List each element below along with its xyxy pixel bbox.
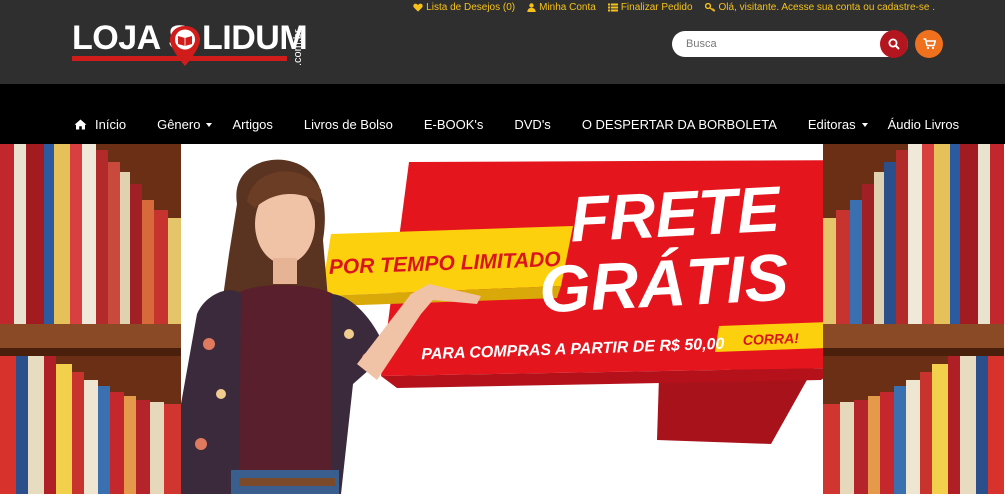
search-button[interactable] [880, 30, 908, 58]
promo-center: POR TEMPO LIMITADO FRETE GRÁTIS PARA COM… [181, 144, 883, 494]
bookshelf-right-image [823, 144, 1004, 494]
nav-label: Gênero [157, 117, 201, 132]
nav-label: Áudio Livros [887, 117, 960, 132]
login-prompt: Olá, visitante. Acesse sua conta ou cada… [704, 0, 935, 14]
account-label: Minha Conta [539, 1, 596, 13]
search-box [672, 31, 908, 57]
cart-button[interactable] [915, 30, 943, 58]
search-icon [888, 38, 900, 50]
nav-item-dvds[interactable]: DVD's [514, 117, 550, 132]
nav-label: O DESPERTAR DA BORBOLETA [581, 117, 777, 132]
site-logo[interactable]: LOJA S LIDUM .com.br [72, 14, 308, 70]
promo-headline-2: GRÁTIS [537, 240, 790, 327]
nav-item-o-despertar-da-borboleta[interactable]: O DESPERTAR DA BORBOLETA [582, 117, 777, 132]
nav-item-audio-livros[interactable]: Áudio Livros [888, 117, 960, 132]
nav-item-inicio[interactable]: Início [74, 117, 126, 132]
logo-suffix: .com.br [292, 29, 304, 66]
login-link[interactable]: Olá, visitante. Acesse sua conta [719, 2, 861, 13]
wishlist-label: Lista de Desejos (0) [426, 1, 516, 13]
search-input[interactable] [686, 36, 876, 52]
promo-banner[interactable]: POR TEMPO LIMITADO FRETE GRÁTIS PARA COM… [0, 144, 1005, 494]
nav-item-ebooks[interactable]: E-BOOK's [424, 117, 484, 132]
nav-item-editoras[interactable]: Editoras [808, 117, 868, 132]
register-link[interactable]: ou cadastre-se . [863, 2, 935, 13]
key-icon [704, 2, 715, 12]
main-nav: Início Gênero Artigos Livros de Bolso E-… [0, 84, 1005, 144]
nav-item-genero[interactable]: Gênero [157, 117, 213, 132]
nav-label: Editoras [807, 117, 856, 132]
promo-cta-button[interactable]: CORRA! [743, 330, 800, 348]
nav-label: Livros de Bolso [303, 117, 393, 132]
wishlist-link[interactable]: Lista de Desejos (0) [413, 0, 515, 14]
caret-down-icon [861, 122, 868, 127]
caret-down-icon [206, 122, 213, 127]
nav-label: Artigos [232, 117, 273, 132]
list-icon [607, 3, 618, 11]
nav-list: Início Gênero Artigos Livros de Bolso E-… [74, 117, 959, 132]
logo-graphic: LOJA S LIDUM .com.br [72, 19, 308, 66]
home-icon [74, 119, 87, 130]
nav-label: DVD's [514, 117, 551, 132]
bookshelf-left-image [0, 144, 181, 494]
top-links: Lista de Desejos (0) Minha Conta Finaliz… [413, 0, 935, 14]
nav-item-artigos[interactable]: Artigos [232, 117, 272, 132]
account-link[interactable]: Minha Conta [527, 0, 596, 14]
heart-icon [413, 3, 423, 12]
nav-label: E-BOOK's [423, 117, 484, 132]
checkout-label: Finalizar Pedido [620, 1, 693, 13]
site-header: Lista de Desejos (0) Minha Conta Finaliz… [0, 0, 1005, 84]
cart-icon [923, 38, 936, 50]
checkout-link[interactable]: Finalizar Pedido [607, 0, 693, 14]
user-icon [527, 2, 536, 12]
nav-item-livros-de-bolso[interactable]: Livros de Bolso [304, 117, 393, 132]
nav-label: Início [95, 117, 127, 132]
